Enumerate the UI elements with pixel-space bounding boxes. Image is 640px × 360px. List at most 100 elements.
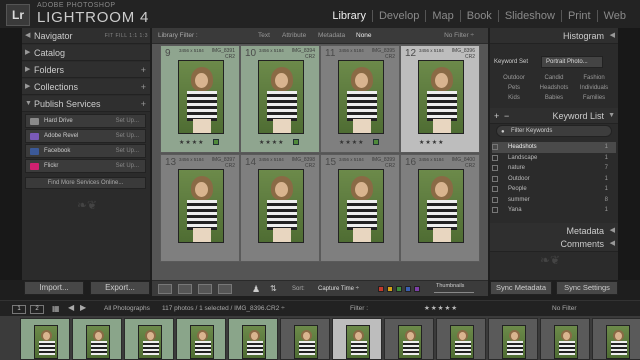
setup-link[interactable]: Set Up... [116,160,139,172]
star-rating[interactable]: ★★★★ [179,139,205,146]
remove-keyword-icon[interactable]: − [504,111,509,121]
module-print[interactable]: Print [562,10,598,22]
keyword-set-item[interactable]: Kids [494,95,534,101]
filmstrip-thumbnail[interactable] [384,318,434,360]
filmstrip-thumbnail[interactable] [228,318,278,360]
grid-cell[interactable]: 11 3456 x 5184 IMG_8395 CR2 ★★★★ [320,45,400,153]
filmstrip-thumbnail[interactable] [540,318,590,360]
service-hard-drive[interactable]: Hard Drive Set Up... [25,114,146,128]
filter-tab-metadata[interactable]: Metadata [318,32,345,39]
setup-link[interactable]: Set Up... [116,115,139,127]
painter-icon[interactable]: ♟ [252,284,266,294]
grid-cell[interactable]: 15 3456 x 5184 IMG_8399 CR2 [320,154,400,262]
keyword-row[interactable]: Headshots 1 [492,142,616,153]
keyword-checkbox[interactable] [492,175,498,182]
grid-shortcut-icon[interactable]: ▦ [52,304,60,313]
setup-link[interactable]: Set Up... [116,145,139,157]
filmstrip-thumbnail[interactable] [20,318,70,360]
keyword-checkbox[interactable] [492,186,498,192]
service-facebook[interactable]: Facebook Set Up... [25,144,146,158]
keyword-set-select[interactable]: Portrait Photo... [541,56,603,68]
thumbnail-size-slider[interactable] [434,292,474,293]
setup-link[interactable]: Set Up... [116,130,139,142]
service-adobe-revel[interactable]: Adobe Revel Set Up... [25,129,146,143]
add-service-icon[interactable]: + [141,96,146,112]
filmstrip-thumbnail[interactable] [436,318,486,360]
keyword-set-item[interactable]: Headshots [534,85,574,91]
pick-flag-icon[interactable] [293,139,299,145]
star-rating[interactable]: ★★★★ [259,139,285,146]
navigator-header[interactable]: ◀ Navigator FIT FILL 1:1 1:3 [22,28,150,44]
main-monitor-button[interactable]: 1 [12,305,26,314]
comments-header[interactable]: Comments ◀ [490,236,618,252]
filmstrip-filter-select[interactable]: No Filter [552,305,577,312]
star-rating[interactable]: ★★★★ [339,139,365,146]
keyword-checkbox[interactable] [492,207,498,213]
module-map[interactable]: Map [426,10,461,22]
second-monitor-button[interactable]: 2 [30,305,44,314]
keyword-checkbox[interactable] [492,144,498,150]
add-folder-icon[interactable]: + [141,62,146,78]
color-label-swatch[interactable] [378,286,384,292]
compare-view-icon[interactable] [198,284,212,294]
add-keyword-icon[interactable]: + [494,111,499,121]
rating-filter-icon[interactable]: ★★★★★ [424,304,458,312]
folders-header[interactable]: ▶ Folders + [22,62,150,78]
filmstrip-thumbnail[interactable] [592,318,640,360]
source-label[interactable]: All Photographs [104,305,150,312]
grid-cell[interactable]: 12 3456 x 5184 IMG_8396 CR2 ★★★★ [400,45,480,153]
star-rating[interactable]: ★★★★ [419,139,445,146]
color-label-swatch[interactable] [414,286,420,292]
photo-thumbnail[interactable] [178,60,224,134]
grid-view-icon[interactable] [158,284,172,294]
collections-header[interactable]: ▶ Collections + [22,79,150,95]
filmstrip-thumbnail[interactable] [332,318,382,360]
filmstrip-thumbnail[interactable] [176,318,226,360]
filmstrip-thumbnail[interactable] [488,318,538,360]
keyword-row[interactable]: Yana 1 [492,205,616,216]
photo-thumbnail[interactable] [418,169,464,243]
module-library[interactable]: Library [326,10,373,22]
keyword-set-item[interactable]: Outdoor [494,75,534,81]
sync-metadata-button[interactable]: Sync Metadata [490,281,552,295]
service-flickr[interactable]: Flickr Set Up... [25,159,146,173]
photo-thumbnail[interactable] [338,169,384,243]
export-button[interactable]: Export... [90,281,150,295]
sort-direction-icon[interactable]: ⇅ [270,284,284,294]
keyword-set-item[interactable]: Individuals [574,85,614,91]
keyword-checkbox[interactable] [492,154,498,161]
keyword-row[interactable]: People 1 [492,184,616,195]
loupe-view-icon[interactable] [178,284,192,294]
back-arrow-icon[interactable]: ◀ [68,303,74,312]
filter-tab-attribute[interactable]: Attribute [282,32,306,39]
keyword-set-item[interactable]: Candid [534,75,574,81]
publish-services-header[interactable]: ▼ Publish Services + [22,96,150,112]
filter-tab-none[interactable]: None [356,32,372,39]
keyword-set-item[interactable]: Pets [494,85,534,91]
color-label-swatch[interactable] [387,286,393,292]
grid-cell[interactable]: 10 3456 x 5184 IMG_8394 CR2 ★★★★ [240,45,320,153]
navigator-zoom-options[interactable]: FIT FILL 1:1 1:3 [105,28,148,44]
filmstrip-status[interactable]: 117 photos / 1 selected / IMG_8396.CR2 ÷ [162,305,285,312]
forward-arrow-icon[interactable]: ▶ [80,303,86,312]
photo-thumbnail[interactable] [258,169,304,243]
module-book[interactable]: Book [461,10,499,22]
photo-thumbnail[interactable] [178,169,224,243]
module-web[interactable]: Web [598,10,632,22]
filmstrip-thumbnail[interactable] [280,318,330,360]
add-collection-icon[interactable]: + [141,79,146,95]
color-label-swatch[interactable] [396,286,402,292]
module-develop[interactable]: Develop [373,10,427,22]
photo-thumbnail[interactable] [258,60,304,134]
grid-cell[interactable]: 9 3456 x 5184 IMG_8391 CR2 ★★★★ [160,45,240,153]
keyword-set-item[interactable]: Families [574,95,614,101]
catalog-header[interactable]: ▶ Catalog [22,45,150,61]
keyword-row[interactable]: Landscape 1 [492,153,616,164]
module-slideshow[interactable]: Slideshow [499,10,562,22]
grid-cell[interactable]: 14 3456 x 5184 IMG_8398 CR2 [240,154,320,262]
filter-keywords-input[interactable]: ● Filter Keywords [496,125,612,137]
keyword-checkbox[interactable] [492,196,498,203]
pick-flag-icon[interactable] [373,139,379,145]
keyword-row[interactable]: Outdoor 1 [492,174,616,185]
filmstrip-thumbnail[interactable] [124,318,174,360]
